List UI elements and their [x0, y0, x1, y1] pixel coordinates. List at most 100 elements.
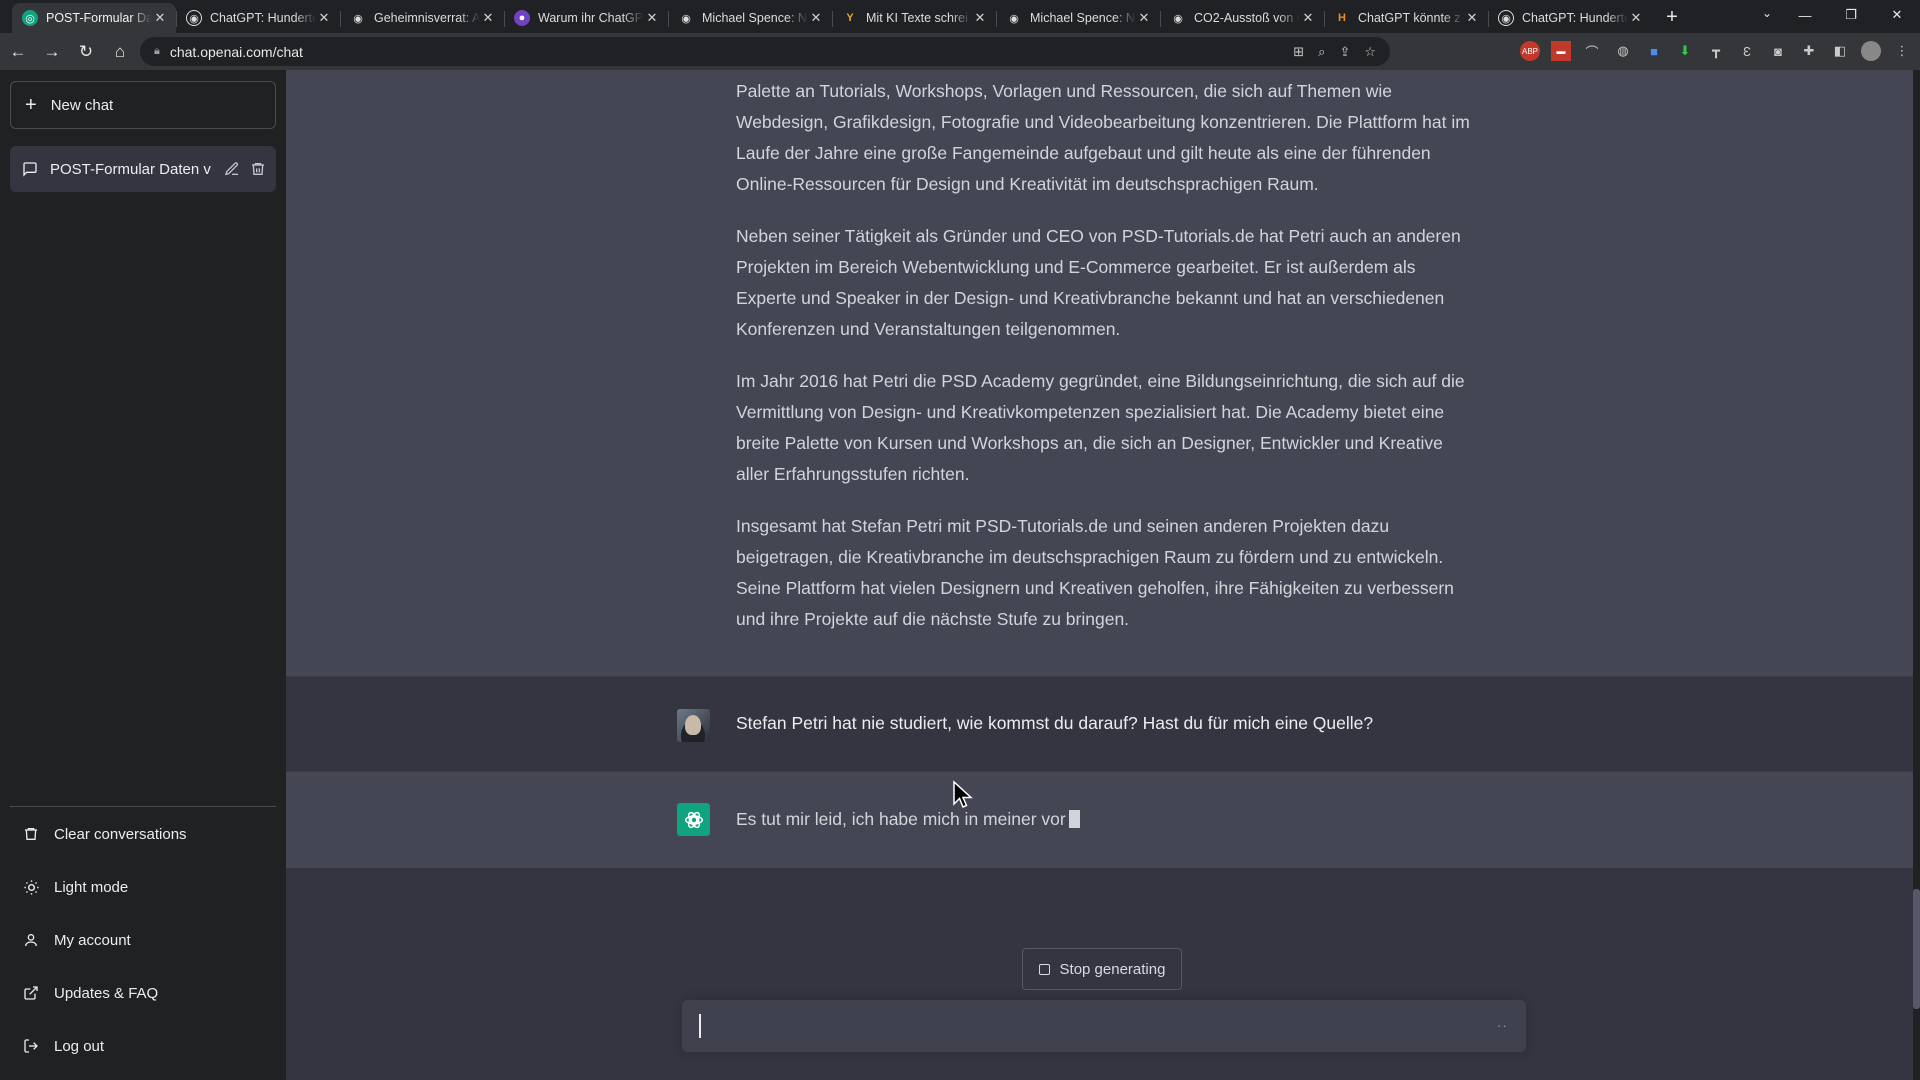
updates-faq-link[interactable]: Updates & FAQ — [10, 971, 276, 1015]
conversation-actions — [224, 161, 266, 177]
trash-icon[interactable] — [250, 161, 266, 177]
my-account-button[interactable]: My account — [10, 918, 276, 962]
menu-label: My account — [54, 931, 131, 949]
tab-9[interactable]: ◉ ChatGPT: Hunderte ✕ — [1488, 3, 1652, 33]
menu-label: Updates & FAQ — [54, 984, 159, 1002]
stop-generating-label: Stop generating — [1059, 960, 1166, 978]
assistant-streaming-text: Es tut mir leid, ich habe mich in meiner… — [736, 809, 1080, 830]
back-icon[interactable]: ← — [2, 36, 34, 68]
user-message-block: Stefan Petri hat nie studiert, wie komms… — [286, 676, 1913, 772]
address-bar-actions: ⊞ ⌕ ⇪ ☆ — [1293, 44, 1390, 60]
tab-title: Geheimnisverrat: A — [374, 11, 480, 25]
eye-icon: ◉ — [1009, 12, 1019, 25]
chat-main: Palette an Tutorials, Workshops, Vorlage… — [286, 70, 1913, 1080]
forward-icon[interactable]: → — [36, 36, 68, 68]
text-caret — [699, 1014, 701, 1038]
zoom-icon[interactable]: ⌕ — [1318, 44, 1325, 60]
translate-icon[interactable]: ⊞ — [1293, 44, 1304, 60]
restore-icon[interactable]: ❐ — [1828, 0, 1874, 30]
tab-title: Mit KI Texte schrei — [866, 11, 968, 25]
close-window-icon[interactable]: ✕ — [1874, 0, 1920, 30]
tab-8[interactable]: H ChatGPT könnte z ✕ — [1324, 3, 1488, 33]
adblock-icon[interactable]: ABP — [1520, 41, 1540, 61]
address-bar[interactable]: 🔒︎ chat.openai.com/chat ⊞ ⌕ ⇪ ☆ — [140, 37, 1390, 66]
profile-avatar-icon[interactable] — [1861, 41, 1881, 61]
menu-label: Log out — [54, 1037, 105, 1055]
close-icon[interactable]: ✕ — [152, 10, 168, 26]
new-tab-button[interactable]: + — [1658, 3, 1686, 31]
log-out-button[interactable]: Log out — [10, 1024, 276, 1068]
close-icon[interactable]: ✕ — [1464, 10, 1480, 26]
puzzle-icon[interactable]: ✚ — [1799, 41, 1819, 61]
tab-3[interactable]: ● Warum ihr ChatGPT ✕ — [504, 3, 668, 33]
stop-generating-button[interactable]: Stop generating — [1022, 948, 1182, 990]
close-icon[interactable]: ✕ — [1136, 10, 1152, 26]
sidebar: + New chat POST-Formular Daten v Clear c… — [0, 70, 286, 1080]
extension-red-icon[interactable]: ▬ — [1551, 41, 1571, 61]
eye-icon: ◉ — [681, 12, 691, 25]
close-icon[interactable]: ✕ — [316, 10, 332, 26]
scrollbar-thumb[interactable] — [1913, 889, 1920, 1009]
browser-toolbar: ← → ↻ ⌂ 🔒︎ chat.openai.com/chat ⊞ ⌕ ⇪ ☆ … — [0, 33, 1920, 70]
clear-conversations-button[interactable]: Clear conversations — [10, 812, 276, 856]
download-icon[interactable]: ⬇ — [1675, 41, 1695, 61]
message-input[interactable]: ·· — [682, 1000, 1526, 1052]
user-message-text: Stefan Petri hat nie studiert, wie komms… — [736, 713, 1374, 733]
url-text: chat.openai.com/chat — [169, 43, 303, 60]
browser-chrome: ◎ POST-Formular Daten v ✕ ◉ ChatGPT: Hun… — [0, 0, 1920, 70]
tab-7[interactable]: ◉ CO2-Ausstoß von C ✕ — [1160, 3, 1324, 33]
tab-5[interactable]: Y Mit KI Texte schrei ✕ — [832, 3, 996, 33]
answer-paragraph: Insgesamt hat Stefan Petri mit PSD-Tutor… — [736, 516, 1454, 629]
stop-square-icon — [1038, 963, 1050, 975]
tab-search-icon[interactable]: ⌄ — [1762, 6, 1772, 20]
tab-2[interactable]: ◉ Geheimnisverrat: A ✕ — [340, 3, 504, 33]
share-icon[interactable]: ⇪ — [1339, 44, 1350, 60]
close-icon[interactable]: ✕ — [972, 10, 988, 26]
kebab-menu-icon[interactable]: ⋮ — [1892, 41, 1912, 61]
close-icon[interactable]: ✕ — [808, 10, 824, 26]
home-icon[interactable]: ⌂ — [104, 36, 136, 68]
lock-icon: 🔒︎ — [154, 45, 160, 57]
tab-4[interactable]: ◉ Michael Spence: N ✕ — [668, 3, 832, 33]
globe-icon: ◉ — [186, 10, 202, 26]
reload-icon[interactable]: ↻ — [70, 36, 102, 68]
external-link-icon — [22, 985, 40, 1001]
menu-label: Clear conversations — [54, 825, 187, 843]
tab-title: Warum ihr ChatGPT — [538, 11, 644, 25]
tab-1[interactable]: ◉ ChatGPT: Hunderte ✕ — [176, 3, 340, 33]
close-icon[interactable]: ✕ — [1628, 10, 1644, 26]
tab-6[interactable]: ◉ Michael Spence: N ✕ — [996, 3, 1160, 33]
light-mode-button[interactable]: Light mode — [10, 865, 276, 909]
close-icon[interactable]: ✕ — [1300, 10, 1316, 26]
answer-paragraph: Im Jahr 2016 hat Petri die PSD Academy g… — [736, 371, 1465, 484]
extension-icon[interactable]: Ɛ — [1737, 41, 1757, 61]
tab-title: CO2-Ausstoß von C — [1194, 11, 1300, 25]
site-favicon-icon: ● — [514, 10, 530, 26]
new-chat-button[interactable]: + New chat — [10, 81, 276, 129]
camera-icon[interactable]: ◙ — [1768, 41, 1788, 61]
assistant-answer: Palette an Tutorials, Workshops, Vorlage… — [736, 76, 1476, 656]
user-icon — [22, 932, 40, 948]
sidepanel-icon[interactable]: ◧ — [1830, 41, 1850, 61]
tab-title: Michael Spence: N — [1030, 11, 1135, 25]
close-icon[interactable]: ✕ — [644, 10, 660, 26]
extension-globe-icon[interactable]: ◍ — [1613, 41, 1633, 61]
tab-0[interactable]: ◎ POST-Formular Daten v ✕ — [12, 3, 176, 33]
extension-icon[interactable]: ┳ — [1706, 41, 1726, 61]
bookmark-star-icon[interactable]: ☆ — [1364, 44, 1376, 60]
extension-blue-icon[interactable]: ■ — [1644, 41, 1664, 61]
window-controls: — ❐ ✕ — [1782, 0, 1920, 30]
plus-icon: + — [25, 94, 37, 116]
site-favicon-icon: Y — [846, 12, 854, 24]
new-chat-label: New chat — [50, 96, 114, 114]
close-icon[interactable]: ✕ — [480, 10, 496, 26]
logout-icon — [22, 1038, 40, 1054]
minimize-icon[interactable]: — — [1782, 0, 1828, 30]
edit-pencil-icon[interactable] — [224, 161, 240, 177]
sun-icon — [22, 879, 40, 896]
tab-title: ChatGPT: Hunderte — [1522, 11, 1628, 25]
sidebar-divider — [10, 806, 276, 807]
extension-icon[interactable]: ⌒ — [1582, 41, 1602, 61]
tab-title: POST-Formular Daten v — [46, 11, 152, 25]
conversation-item[interactable]: POST-Formular Daten v — [10, 146, 276, 192]
